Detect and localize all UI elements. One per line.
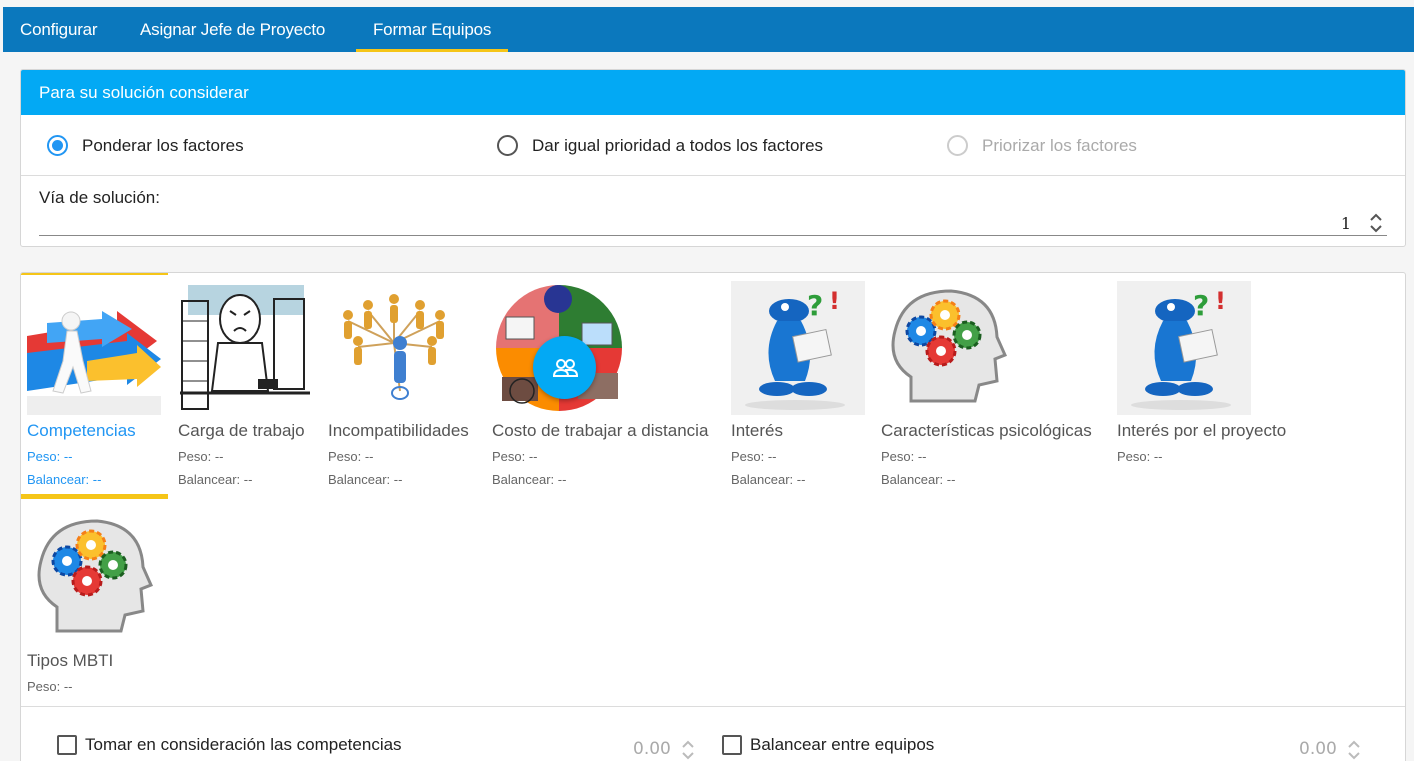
factor-costo-distancia[interactable]: Costo de trabajar a distancia Peso: -- B… <box>492 273 722 503</box>
radio-priorizar: Priorizar los factores <box>947 135 1137 156</box>
factor-peso: Peso: -- <box>492 449 538 464</box>
radio-igual-prioridad[interactable]: Dar igual prioridad a todos los factores <box>497 135 823 156</box>
competencias-spinner-icon[interactable] <box>681 739 695 761</box>
via-solucion-label: Vía de solución: <box>39 188 160 207</box>
factor-caracteristicas-psicologicas[interactable]: Características psicológicas Peso: -- Ba… <box>881 273 1111 503</box>
head-gears-icon <box>27 511 161 645</box>
factor-peso: Peso: -- <box>27 449 73 464</box>
competencias-checkbox[interactable]: Tomar en consideración las competencias <box>57 735 402 755</box>
checkbox-unchecked-icon <box>722 735 742 755</box>
factor-carga-trabajo[interactable]: Carga de trabajo Peso: -- Balancear: -- <box>178 273 318 503</box>
top-nav-bar: Configurar Asignar Jefe de Proyecto Form… <box>3 7 1414 52</box>
factor-name: Carga de trabajo <box>178 421 305 440</box>
radio-ponderar[interactable]: Ponderar los factores <box>47 135 244 156</box>
factor-name: Competencias <box>27 421 136 440</box>
factor-name: Tipos MBTI <box>27 651 114 670</box>
factor-balancear: Balancear: -- <box>178 472 253 487</box>
solution-options-card: Para su solución considerar Ponderar los… <box>20 69 1406 247</box>
factor-balancear: Balancear: -- <box>328 472 403 487</box>
via-solucion-section: Vía de solución: 1 <box>21 176 1405 246</box>
factor-balancear: Balancear: -- <box>731 472 806 487</box>
head-gears-icon <box>881 281 1015 415</box>
radio-label: Priorizar los factores <box>982 135 1137 155</box>
radio-checked-icon <box>47 135 68 156</box>
group-icon <box>552 358 578 377</box>
svg-text:!: ! <box>1215 287 1226 315</box>
balancear-checkbox[interactable]: Balancear entre equipos <box>722 735 934 755</box>
balancear-spinner-icon[interactable] <box>1347 739 1361 761</box>
network-people-icon <box>328 281 462 415</box>
factors-card: Competencias Peso: -- Balancear: -- Carg… <box>20 272 1406 761</box>
factor-interes-proyecto[interactable]: ? ! Interés por el proyecto Peso: -- <box>1117 273 1317 503</box>
factor-peso: Peso: -- <box>731 449 777 464</box>
tab-asignar-jefe[interactable]: Asignar Jefe de Proyecto <box>140 7 325 52</box>
factor-name: Costo de trabajar a distancia <box>492 421 709 440</box>
balancear-value-input[interactable]: 0.00 <box>1299 739 1337 759</box>
question-figure-icon: ? ! <box>1117 281 1251 415</box>
svg-text:?: ? <box>807 289 823 322</box>
factor-interes[interactable]: ? ! Interés Peso: -- Balancear: -- <box>731 273 871 503</box>
form-teams-fab[interactable] <box>533 336 596 399</box>
tab-formar-equipos[interactable]: Formar Equipos <box>355 7 509 52</box>
workload-sketch-icon <box>178 281 312 415</box>
factor-balancear: Balancear: -- <box>492 472 567 487</box>
checkbox-label: Balancear entre equipos <box>750 735 935 754</box>
factor-name: Incompatibilidades <box>328 421 469 440</box>
section-divider <box>21 706 1405 707</box>
checkbox-label: Tomar en consideración las competencias <box>85 735 402 754</box>
competencias-value-input[interactable]: 0.00 <box>633 739 671 759</box>
spinner-icon[interactable] <box>1369 212 1383 234</box>
tab-configurar[interactable]: Configurar <box>20 7 98 52</box>
factor-competencias[interactable]: Competencias Peso: -- Balancear: -- <box>21 273 168 503</box>
factor-balancear: Balancear: -- <box>881 472 956 487</box>
active-factor-indicator <box>21 494 168 499</box>
factor-name: Características psicológicas <box>881 421 1092 440</box>
factor-peso: Peso: -- <box>27 679 73 694</box>
checkbox-unchecked-icon <box>57 735 77 755</box>
via-solucion-value: 1 <box>1340 214 1351 233</box>
competencias-arrows-icon <box>27 281 161 415</box>
factor-balancear: Balancear: -- <box>27 472 102 487</box>
svg-text:!: ! <box>829 287 840 315</box>
card-header: Para su solución considerar <box>21 70 1405 115</box>
factor-peso: Peso: -- <box>328 449 374 464</box>
factor-peso: Peso: -- <box>1117 449 1163 464</box>
factor-name: Interés por el proyecto <box>1117 421 1287 440</box>
radio-group: Ponderar los factores Dar igual priorida… <box>21 115 1405 176</box>
factor-name: Interés <box>731 421 783 440</box>
svg-text:?: ? <box>1193 289 1209 322</box>
factor-peso: Peso: -- <box>881 449 927 464</box>
factor-peso: Peso: -- <box>178 449 224 464</box>
radio-unchecked-icon <box>497 135 518 156</box>
question-figure-icon: ? ! <box>731 281 865 415</box>
via-solucion-input[interactable]: 1 <box>39 212 1387 236</box>
factor-incompatibilidades[interactable]: Incompatibilidades Peso: -- Balancear: -… <box>328 273 478 503</box>
radio-disabled-icon <box>947 135 968 156</box>
radio-label: Ponderar los factores <box>82 135 244 155</box>
active-top-indicator <box>21 273 168 275</box>
factor-tipos-mbti[interactable]: Tipos MBTI Peso: -- <box>27 503 167 703</box>
radio-label: Dar igual prioridad a todos los factores <box>532 135 824 155</box>
